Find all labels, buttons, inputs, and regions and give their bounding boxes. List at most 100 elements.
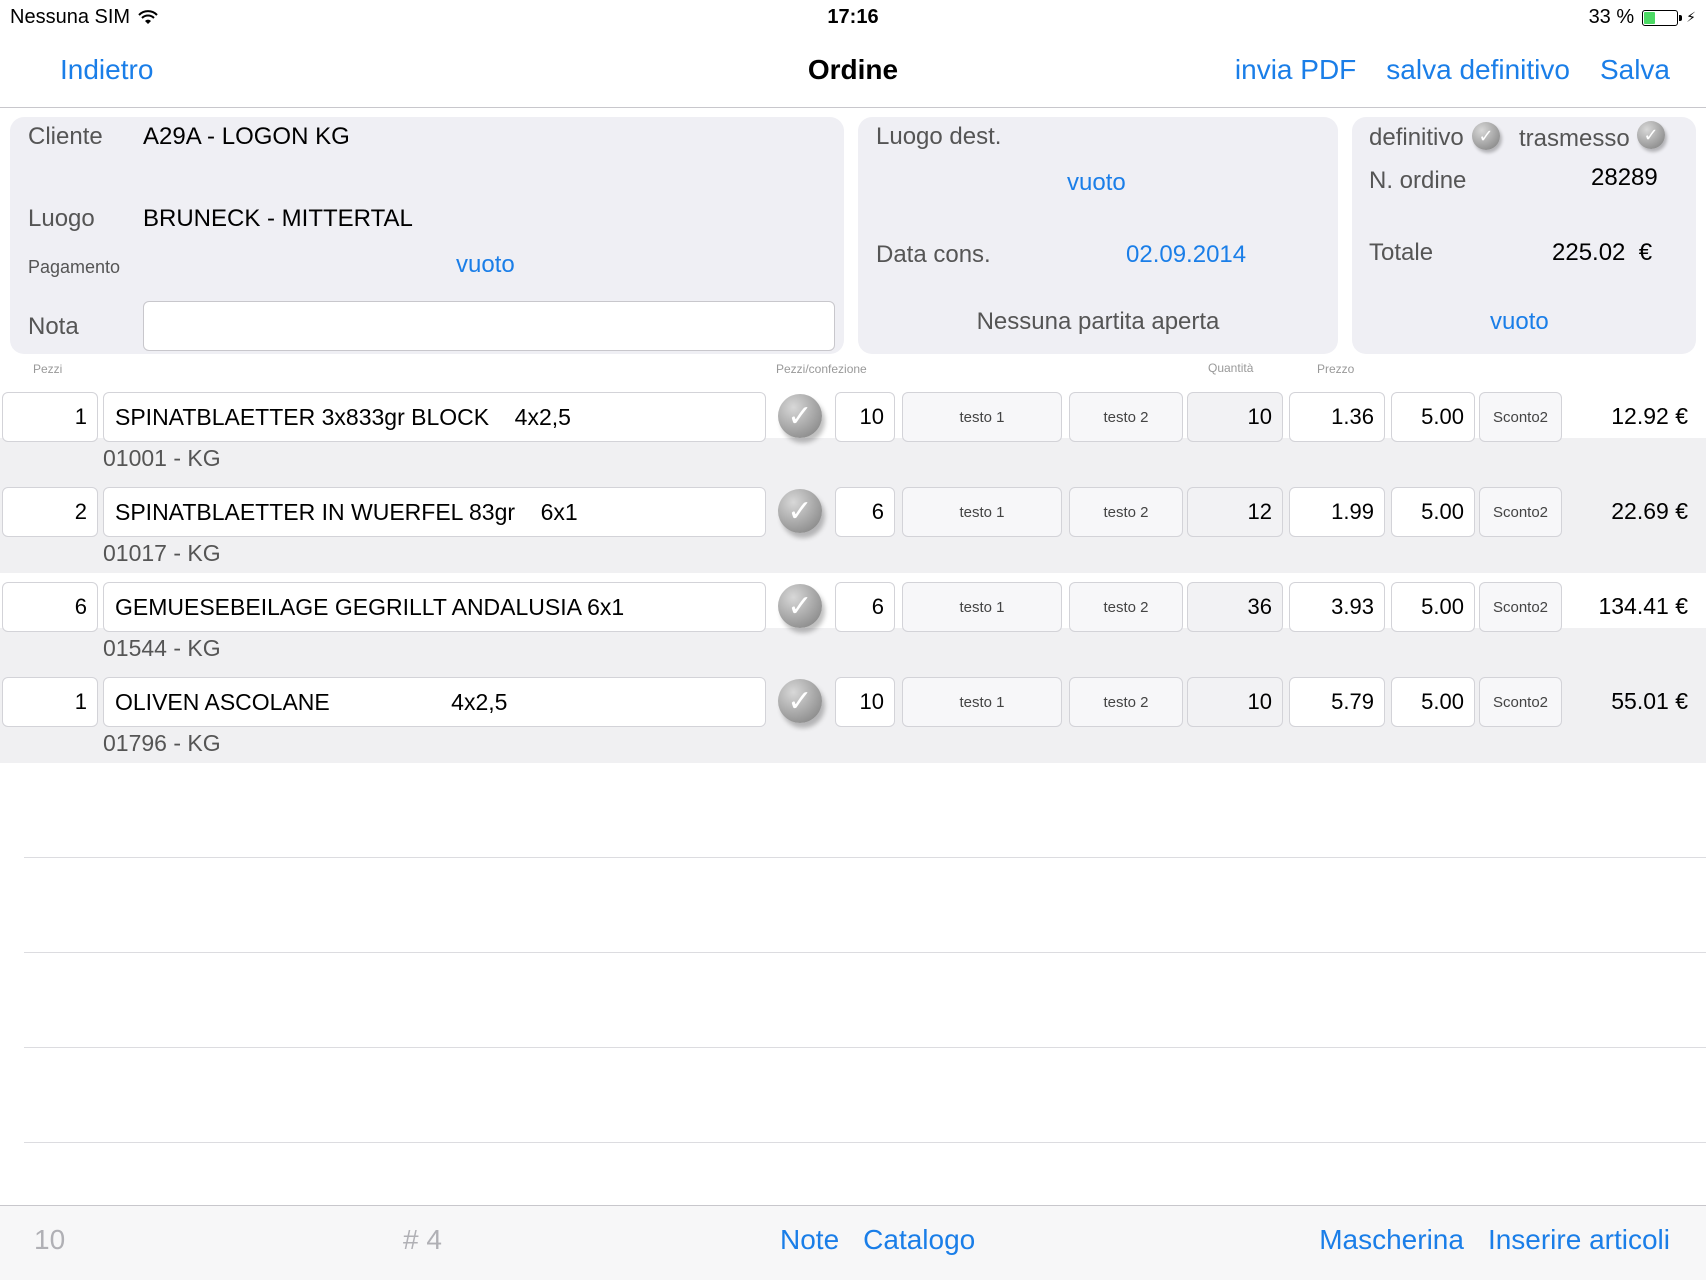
ordine-label: N. ordine [1369,167,1467,194]
sconto2-field[interactable]: Sconto2 [1479,582,1562,632]
inserire-articoli-button[interactable]: Inserire articoli [1488,1224,1670,1256]
separator [24,1142,1706,1143]
pezzi-field[interactable]: 6 [2,582,98,632]
confezione-check-icon[interactable]: ✓ [778,679,822,723]
bottom-toolbar: 10 # 4 Note Catalogo Mascherina Inserire… [0,1205,1706,1280]
summary-panel: definitivo ✓ trasmesso ✓ N. ordine 28289… [1352,117,1696,354]
article-name-field[interactable]: GEMUESEBEILAGE GEGRILLT ANDALUSIA 6x1 [103,582,766,632]
testo2-field[interactable]: testo 2 [1069,487,1183,537]
article-code: 01544 - KG [103,635,221,661]
confezione-field[interactable]: 6 [835,487,895,537]
catalogo-button[interactable]: Catalogo [863,1224,975,1256]
table-row: 6 GEMUESEBEILAGE GEGRILLT ANDALUSIA 6x1 6 t… [0,573,1706,668]
testo2-field[interactable]: testo 2 [1069,677,1183,727]
totale-value: 225.02 € [1552,239,1653,266]
testo1-field[interactable]: testo 1 [902,392,1062,442]
testo1-field[interactable]: testo 1 [902,582,1062,632]
toolbar-left-value: 10 [34,1224,66,1255]
battery-fill [1644,11,1655,24]
battery-label: 33 % [1588,6,1635,28]
sconto-field[interactable]: 5.00 [1391,582,1475,632]
sconto2-field[interactable]: Sconto2 [1479,677,1562,727]
article-name-field[interactable]: SPINATBLAETTER 3x833gr BLOCK 4x2,5 [103,392,766,442]
sconto-field[interactable]: 5.00 [1391,392,1475,442]
col-quantita: Quantità [1208,361,1254,375]
cliente-label: Cliente [28,123,103,150]
separator [24,857,1706,858]
luogo-value[interactable]: BRUNECK - MITTERTAL [143,205,413,233]
summary-extra-value[interactable]: vuoto [1490,308,1549,336]
status-time: 17:16 [827,6,879,28]
row-total: 55.01 € [1611,688,1688,714]
article-code: 01017 - KG [103,540,221,566]
pagamento-label: Pagamento [28,257,121,277]
data-cons-label: Data cons. [876,241,991,268]
pagamento-value[interactable]: vuoto [456,251,515,279]
luogo-label: Luogo [28,205,95,232]
testo1-field[interactable]: testo 1 [902,487,1062,537]
send-pdf-button[interactable]: invia PDF [1235,54,1356,86]
prezzo-field[interactable]: 3.93 [1289,582,1385,632]
customer-panel: Cliente A29A - LOGON KG Luogo BRUNECK - … [10,117,844,354]
testo2-field[interactable]: testo 2 [1069,582,1183,632]
delivery-panel: Luogo dest. vuoto Data cons. 02.09.2014 … [858,117,1338,354]
confezione-check-icon[interactable]: ✓ [778,394,822,438]
item-count: # 4 [403,1224,442,1255]
charging-icon: ⚡ [1686,9,1696,25]
quantita-field: 12 [1187,487,1283,537]
separator [24,952,1706,953]
trasmesso-check-icon[interactable]: ✓ [1637,121,1665,149]
totale-label: Totale [1369,239,1434,266]
quantita-field: 10 [1187,392,1283,442]
trasmesso-label: trasmesso [1519,125,1630,152]
data-cons-value[interactable]: 02.09.2014 [1126,241,1246,269]
ordine-value: 28289 [1591,164,1658,191]
row-total: 22.69 € [1611,498,1688,524]
mascherina-button[interactable]: Mascherina [1319,1224,1464,1256]
luogo-dest-label: Luogo dest. [876,123,1002,150]
row-total: 12.92 € [1611,403,1688,429]
toolbar-center: Note Catalogo [780,1224,975,1256]
confezione-field[interactable]: 6 [835,582,895,632]
testo2-field[interactable]: testo 2 [1069,392,1183,442]
confezione-check-icon[interactable]: ✓ [778,584,822,628]
toolbar-right: Mascherina Inserire articoli [1319,1224,1670,1256]
prezzo-field[interactable]: 5.79 [1289,677,1385,727]
confezione-check-icon[interactable]: ✓ [778,489,822,533]
pezzi-field[interactable]: 1 [2,392,98,442]
note-button[interactable]: Note [780,1224,839,1256]
cliente-value[interactable]: A29A - LOGON KG [143,123,350,151]
sconto2-field[interactable]: Sconto2 [1479,392,1562,442]
save-final-button[interactable]: salva definitivo [1386,54,1570,86]
quantita-field: 36 [1187,582,1283,632]
col-prezzo: Prezzo [1317,362,1355,376]
article-code: 01001 - KG [103,445,221,471]
table-row: 1 OLIVEN ASCOLANE 4x2,5 10 testo 1 testo 2 10… [0,668,1706,763]
confezione-field[interactable]: 10 [835,677,895,727]
sconto-field[interactable]: 5.00 [1391,487,1475,537]
status-bar: Nessuna SIM 17:16 33 % ⚡ [0,0,1706,36]
save-button[interactable]: Salva [1600,54,1670,86]
pezzi-field[interactable]: 1 [2,677,98,727]
quantita-field: 10 [1187,677,1283,727]
luogo-dest-value[interactable]: vuoto [1067,169,1126,197]
prezzo-field[interactable]: 1.99 [1289,487,1385,537]
nota-label: Nota [28,313,79,340]
sconto-field[interactable]: 5.00 [1391,677,1475,727]
nav-bar: Indietro Ordine invia PDF salva definiti… [0,36,1706,108]
testo1-field[interactable]: testo 1 [902,677,1062,727]
table-row: 2 SPINATBLAETTER IN WUERFEL 83gr 6x1 6 test… [0,478,1706,573]
prezzo-field[interactable]: 1.36 [1289,392,1385,442]
definitivo-check-icon[interactable]: ✓ [1472,122,1500,150]
separator [24,1047,1706,1048]
pezzi-field[interactable]: 2 [2,487,98,537]
definitivo-label: definitivo [1369,124,1464,151]
article-name-field[interactable]: SPINATBLAETTER IN WUERFEL 83gr 6x1 [103,487,766,537]
confezione-field[interactable]: 10 [835,392,895,442]
sconto2-field[interactable]: Sconto2 [1479,487,1562,537]
battery-icon [1642,9,1683,26]
article-code: 01796 - KG [103,730,221,756]
article-name-field[interactable]: OLIVEN ASCOLANE 4x2,5 [103,677,766,727]
nota-field[interactable] [143,301,835,351]
col-pezzi: Pezzi [33,362,63,376]
